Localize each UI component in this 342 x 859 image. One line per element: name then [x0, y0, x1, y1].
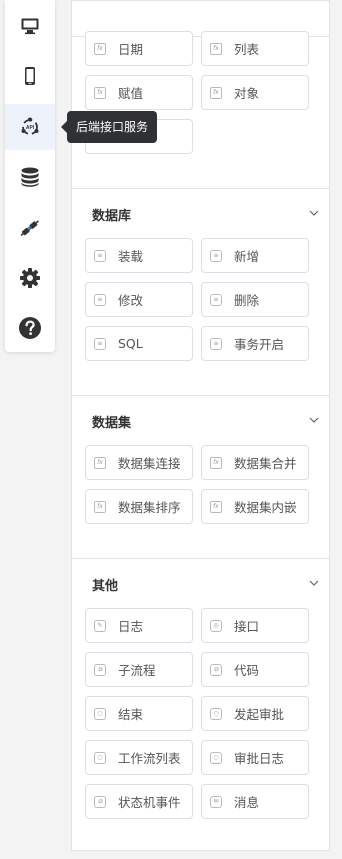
- subprocess-icon: ⧉: [94, 663, 106, 676]
- section-title-dataset: 数据集: [92, 416, 132, 431]
- section-divider: [72, 558, 329, 559]
- section-title-other: 其他: [92, 579, 119, 594]
- approval-icon: ○: [210, 707, 222, 720]
- help-icon: [19, 317, 41, 339]
- component-dataset-nest[interactable]: fx 数据集内嵌: [201, 489, 309, 524]
- database-small-icon: ≡: [210, 293, 222, 306]
- rail-item-database[interactable]: [5, 154, 55, 200]
- function-icon: fx: [210, 500, 222, 513]
- function-icon: fx: [94, 456, 106, 469]
- section-title-database: 数据库: [92, 209, 132, 224]
- database-icon: [21, 167, 39, 187]
- message-icon: ✉: [210, 795, 222, 808]
- component-end[interactable]: ○ 结束: [85, 696, 193, 731]
- chevron-down-icon[interactable]: [309, 208, 319, 218]
- function-icon: fx: [210, 42, 222, 55]
- component-approval-log[interactable]: ○ 审批日志: [201, 740, 309, 775]
- left-icon-rail: API: [5, 0, 55, 352]
- component-subprocess[interactable]: ⧉ 子流程: [85, 652, 193, 687]
- component-message[interactable]: ✉ 消息: [201, 784, 309, 819]
- monitor-icon: [21, 18, 39, 35]
- chevron-down-icon[interactable]: [309, 415, 319, 425]
- api-tooltip: 后端接口服务: [60, 111, 158, 143]
- database-small-icon: ≡: [210, 337, 222, 350]
- workflow-icon: ○: [94, 751, 106, 764]
- component-date[interactable]: fx 日期: [85, 31, 193, 66]
- code-icon: ⧉: [210, 663, 222, 676]
- svg-text:API: API: [26, 125, 35, 131]
- component-object[interactable]: fx 对象: [201, 75, 309, 110]
- component-interface[interactable]: ◎ 接口: [201, 608, 309, 643]
- rail-item-monitor[interactable]: [5, 3, 55, 49]
- component-dataset-merge[interactable]: fx 数据集合并: [201, 445, 309, 480]
- component-dataset-join[interactable]: fx 数据集连接: [85, 445, 193, 480]
- component-state-machine-event[interactable]: ⧉ 状态机事件: [85, 784, 193, 819]
- function-icon: fx: [94, 500, 106, 513]
- database-small-icon: ≡: [94, 293, 106, 306]
- component-start-approval[interactable]: ○ 发起审批: [201, 696, 309, 731]
- component-assign[interactable]: fx 赋值: [85, 75, 193, 110]
- component-insert[interactable]: ≡ 新增: [201, 238, 309, 273]
- function-icon: fx: [210, 86, 222, 99]
- database-small-icon: ≡: [94, 337, 106, 350]
- rail-item-settings[interactable]: [5, 255, 55, 301]
- component-code[interactable]: ⧉ 代码: [201, 652, 309, 687]
- rail-item-plugin[interactable]: [5, 205, 55, 251]
- chevron-down-icon[interactable]: [309, 578, 319, 588]
- database-small-icon: ≡: [210, 249, 222, 262]
- function-icon: fx: [94, 86, 106, 99]
- state-machine-icon: ⧉: [94, 795, 106, 808]
- approval-log-icon: ○: [210, 751, 222, 764]
- component-sql[interactable]: ≡ SQL: [85, 326, 193, 361]
- log-icon: ✎: [94, 619, 106, 632]
- api-icon: API: [21, 117, 39, 135]
- section-divider: [72, 395, 329, 396]
- component-dataset-sort[interactable]: fx 数据集排序: [85, 489, 193, 524]
- function-icon: fx: [210, 456, 222, 469]
- rail-item-mobile[interactable]: [5, 53, 55, 99]
- end-icon: ○: [94, 707, 106, 720]
- component-update[interactable]: ≡ 修改: [85, 282, 193, 317]
- component-workflow-list[interactable]: ○ 工作流列表: [85, 740, 193, 775]
- rail-item-help[interactable]: [5, 305, 55, 351]
- component-delete[interactable]: ≡ 删除: [201, 282, 309, 317]
- component-list[interactable]: fx 列表: [201, 31, 309, 66]
- component-log[interactable]: ✎ 日志: [85, 608, 193, 643]
- function-icon: fx: [94, 42, 106, 55]
- component-load[interactable]: ≡ 装载: [85, 238, 193, 273]
- rail-item-api[interactable]: API: [5, 104, 55, 150]
- component-transaction-start[interactable]: ≡ 事务开启: [201, 326, 309, 361]
- database-small-icon: ≡: [94, 249, 106, 262]
- api-small-icon: ◎: [210, 619, 222, 632]
- plug-icon: [20, 220, 39, 237]
- phone-icon: [25, 67, 35, 85]
- section-divider: [72, 188, 329, 189]
- gear-icon: [20, 268, 40, 288]
